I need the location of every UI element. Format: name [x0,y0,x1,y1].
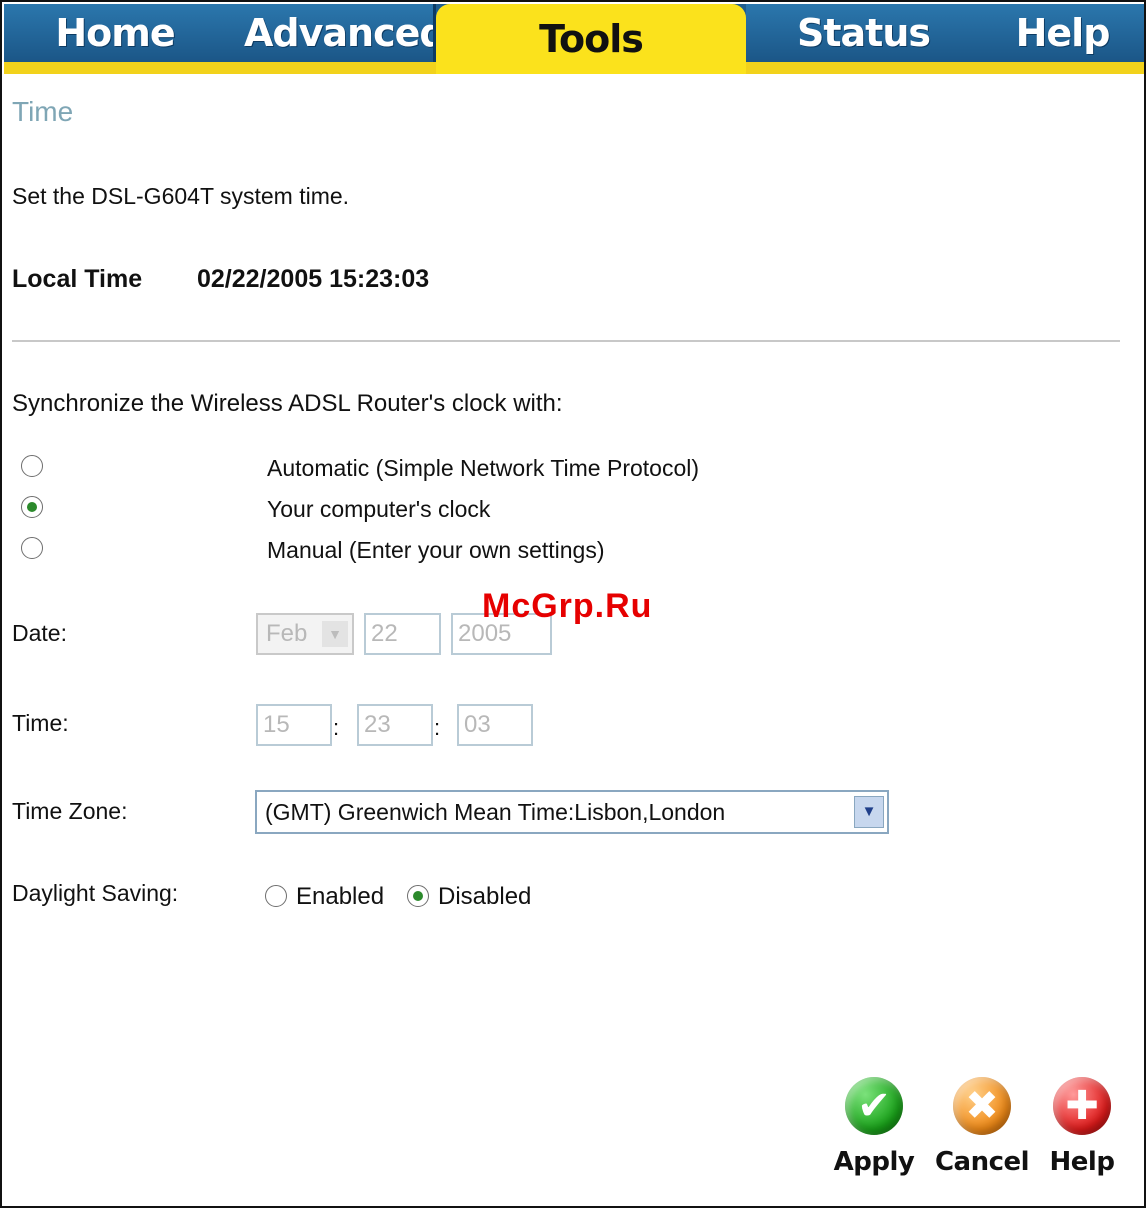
divider [12,340,1120,342]
radio-daylight-enabled-label: Enabled [296,883,385,910]
page-frame: Home Advanced Tools Status Help Time Set… [0,0,1146,1208]
page-title: Time [12,96,74,127]
radio-computer-clock-label: Your computer's clock [267,496,491,522]
radio-daylight-enabled[interactable] [265,885,287,907]
timezone-select-value: (GMT) Greenwich Mean Time:Lisbon,London [265,799,726,825]
page-description: Set the DSL-G604T system time. [12,183,350,209]
tab-status[interactable]: Status [746,4,984,62]
date-label: Date: [12,620,67,646]
help-button[interactable]: ✚ Help [1042,1077,1122,1177]
apply-button-label: Apply [833,1147,915,1177]
top-nav: Home Advanced Tools Status Help [4,4,1144,74]
local-time-label: Local Time [12,265,143,293]
timezone-label: Time Zone: [12,798,128,824]
tab-tools[interactable]: Tools [436,4,746,74]
watermark: McGrp.Ru [482,587,653,625]
month-select[interactable]: Feb ▼ [256,613,354,655]
minute-input[interactable]: 23 [357,704,433,746]
close-icon: ✖ [953,1077,1011,1135]
sync-heading: Synchronize the Wireless ADSL Router's c… [12,390,563,417]
radio-daylight-disabled[interactable] [407,885,429,907]
cancel-button[interactable]: ✖ Cancel [932,1077,1032,1177]
radio-manual-label: Manual (Enter your own settings) [267,537,605,563]
day-input[interactable]: 22 [364,613,441,655]
plus-icon: ✚ [1053,1077,1111,1135]
daylight-saving-label: Daylight Saving: [12,880,179,906]
month-select-value: Feb [266,620,308,647]
chevron-down-icon: ▼ [854,796,884,828]
radio-manual[interactable] [21,537,43,559]
local-time-value: 02/22/2005 15:23:03 [197,265,430,293]
tab-help[interactable]: Help [981,4,1144,62]
help-button-label: Help [1049,1147,1115,1177]
second-input[interactable]: 03 [457,704,533,746]
radio-computer-clock[interactable] [21,496,43,518]
check-icon: ✔ [845,1077,903,1135]
radio-automatic-label: Automatic (Simple Network Time Protocol) [267,455,700,481]
radio-automatic[interactable] [21,455,43,477]
time-separator: : [434,715,441,740]
cancel-button-label: Cancel [934,1147,1030,1177]
apply-button[interactable]: ✔ Apply [828,1077,920,1177]
timezone-select[interactable]: (GMT) Greenwich Mean Time:Lisbon,London … [255,790,889,834]
hour-input[interactable]: 15 [256,704,332,746]
radio-daylight-disabled-label: Disabled [438,883,532,910]
chevron-down-icon: ▼ [322,621,348,647]
tab-home[interactable]: Home [4,4,229,62]
time-label: Time: [12,710,69,736]
tab-advanced[interactable]: Advanced [226,4,436,62]
time-separator: : [333,715,340,740]
